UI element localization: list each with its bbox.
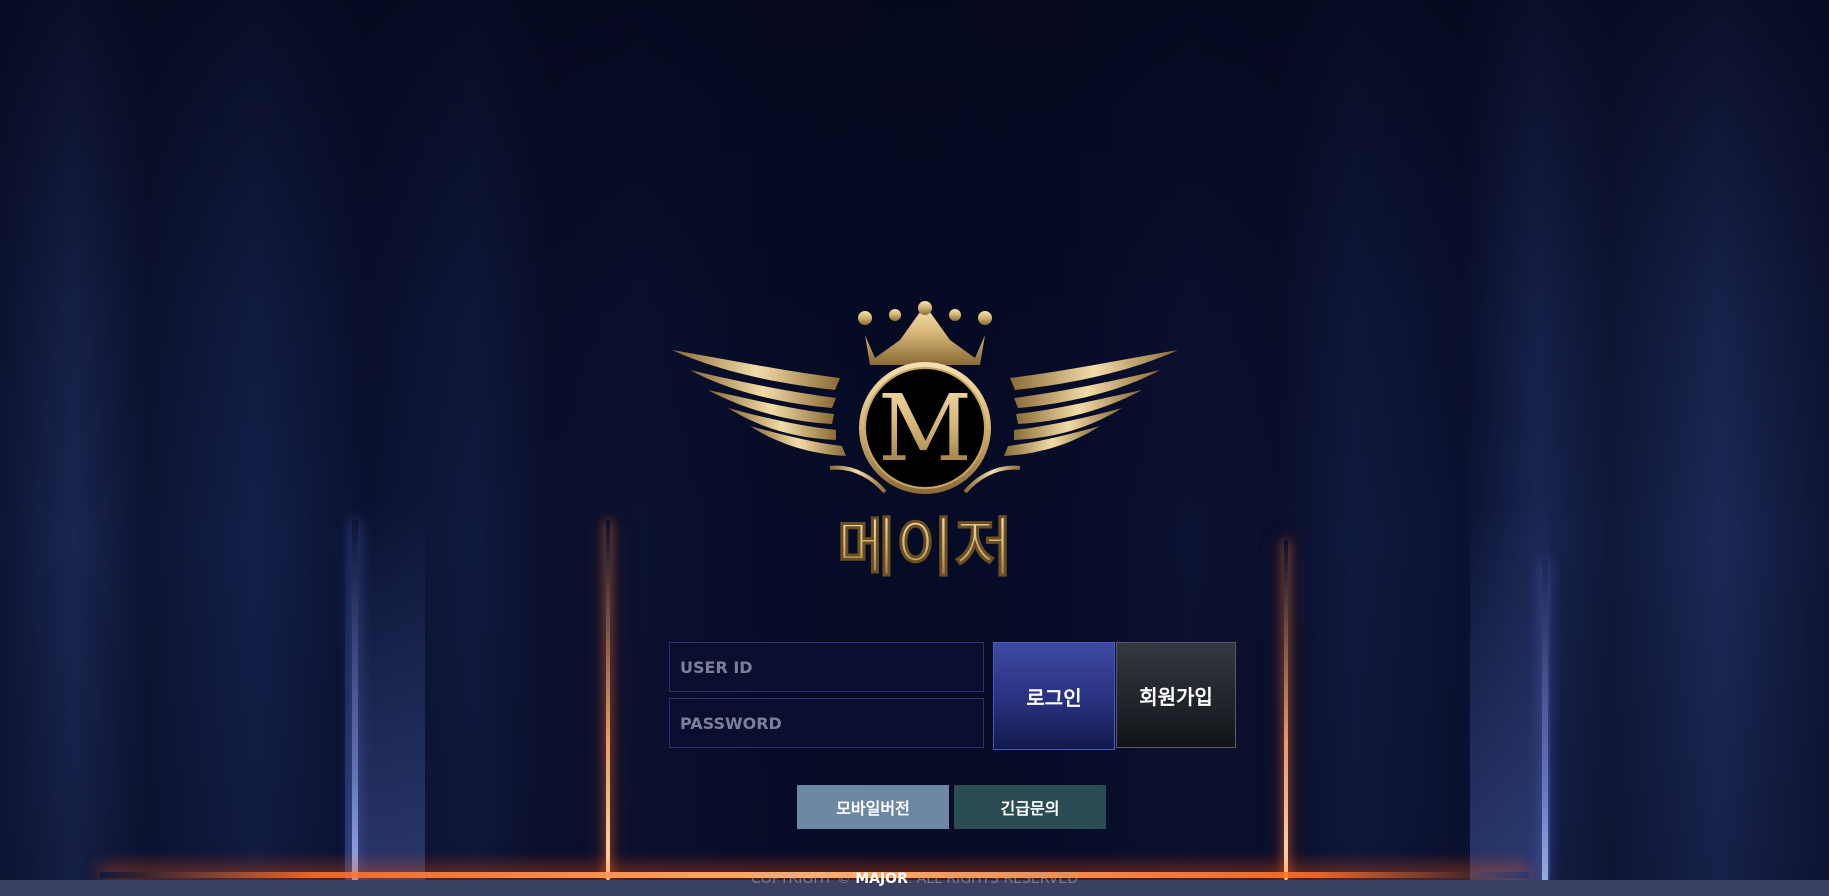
- left-wing-icon: [672, 350, 846, 456]
- right-wing-icon: [1004, 350, 1178, 456]
- light-streak-orange-left: [606, 520, 610, 880]
- major-logo: M 메이저: [672, 301, 1178, 585]
- light-band-right: [1470, 500, 1550, 880]
- monogram-letter: M: [878, 375, 972, 482]
- crown-icon: [858, 301, 992, 365]
- emergency-contact-button[interactable]: 긴급문의: [954, 785, 1106, 829]
- password-input[interactable]: [669, 698, 984, 748]
- copyright-brand: MAJOR: [855, 871, 908, 887]
- light-streak-orange-right: [1284, 540, 1288, 880]
- light-streak-blue-left: [352, 520, 358, 880]
- copyright-prefix: COPYRIGHT ©: [751, 871, 851, 887]
- login-button[interactable]: 로그인: [993, 642, 1115, 750]
- light-streak-blue-right: [1542, 560, 1548, 880]
- brand-name: 메이저: [837, 512, 1014, 585]
- mobile-version-button[interactable]: 모바일버전: [797, 785, 949, 829]
- userid-input[interactable]: [669, 642, 984, 692]
- signup-button[interactable]: 회원가입: [1116, 642, 1236, 748]
- monogram-medallion: M: [859, 362, 991, 494]
- copyright-suffix: . ALL RIGHTS RESERVED: [907, 871, 1078, 887]
- copyright-text: COPYRIGHT © MAJOR. ALL RIGHTS RESERVED: [0, 871, 1829, 887]
